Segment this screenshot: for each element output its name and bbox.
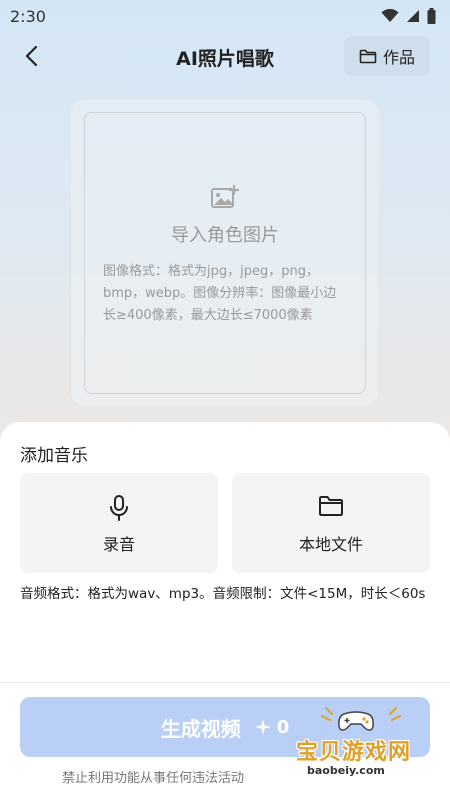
- status-time: 2:30: [10, 6, 46, 26]
- disclaimer-text: 禁止利用功能从事任何违法活动: [62, 771, 245, 786]
- add-music-sheet: 添加音乐 录音 本地文件 音频格式：格式为wav、mp3。音频限制：文件<15M…: [0, 422, 450, 800]
- local-file-label: 本地文件: [298, 535, 363, 554]
- generate-cost: 0: [254, 716, 290, 738]
- header: AI照片唱歌 作品: [0, 34, 450, 78]
- record-audio-button[interactable]: 录音: [20, 473, 218, 573]
- microphone-icon: [110, 495, 128, 521]
- wifi-icon: [381, 9, 399, 22]
- battery-icon: [427, 8, 436, 24]
- upload-description: 图像格式：格式为jpg，jpeg，png，bmp，webp。图像分辨率：图像最小…: [103, 264, 337, 323]
- local-file-button[interactable]: 本地文件: [232, 473, 430, 573]
- status-bar: 2:30: [0, 0, 450, 32]
- sparkle-icon: [254, 719, 271, 735]
- record-audio-label: 录音: [102, 535, 135, 554]
- upload-title: 导入角色图片: [171, 225, 279, 246]
- generate-video-button[interactable]: 生成视频 0: [20, 697, 430, 757]
- sheet-title: 添加音乐: [20, 446, 88, 466]
- generate-video-label: 生成视频: [160, 716, 241, 741]
- folder-icon: [319, 496, 343, 516]
- divider: [0, 682, 450, 683]
- image-upload-dropzone[interactable]: 导入角色图片 图像格式：格式为jpg，jpeg，png，bmp，webp。图像分…: [84, 112, 366, 394]
- generate-cost-value: 0: [276, 716, 290, 738]
- folder-icon: [359, 49, 377, 63]
- add-image-icon: [211, 185, 239, 208]
- works-button-label: 作品: [382, 48, 415, 67]
- status-icons: [381, 8, 436, 24]
- image-upload-area[interactable]: 导入角色图片 图像格式：格式为jpg，jpeg，png，bmp，webp。图像分…: [69, 98, 381, 408]
- works-button[interactable]: 作品: [344, 36, 430, 76]
- cellular-signal-icon: [407, 10, 419, 22]
- audio-format-note: 音频格式：格式为wav、mp3。音频限制：文件<15M，时长＜60s: [20, 586, 426, 602]
